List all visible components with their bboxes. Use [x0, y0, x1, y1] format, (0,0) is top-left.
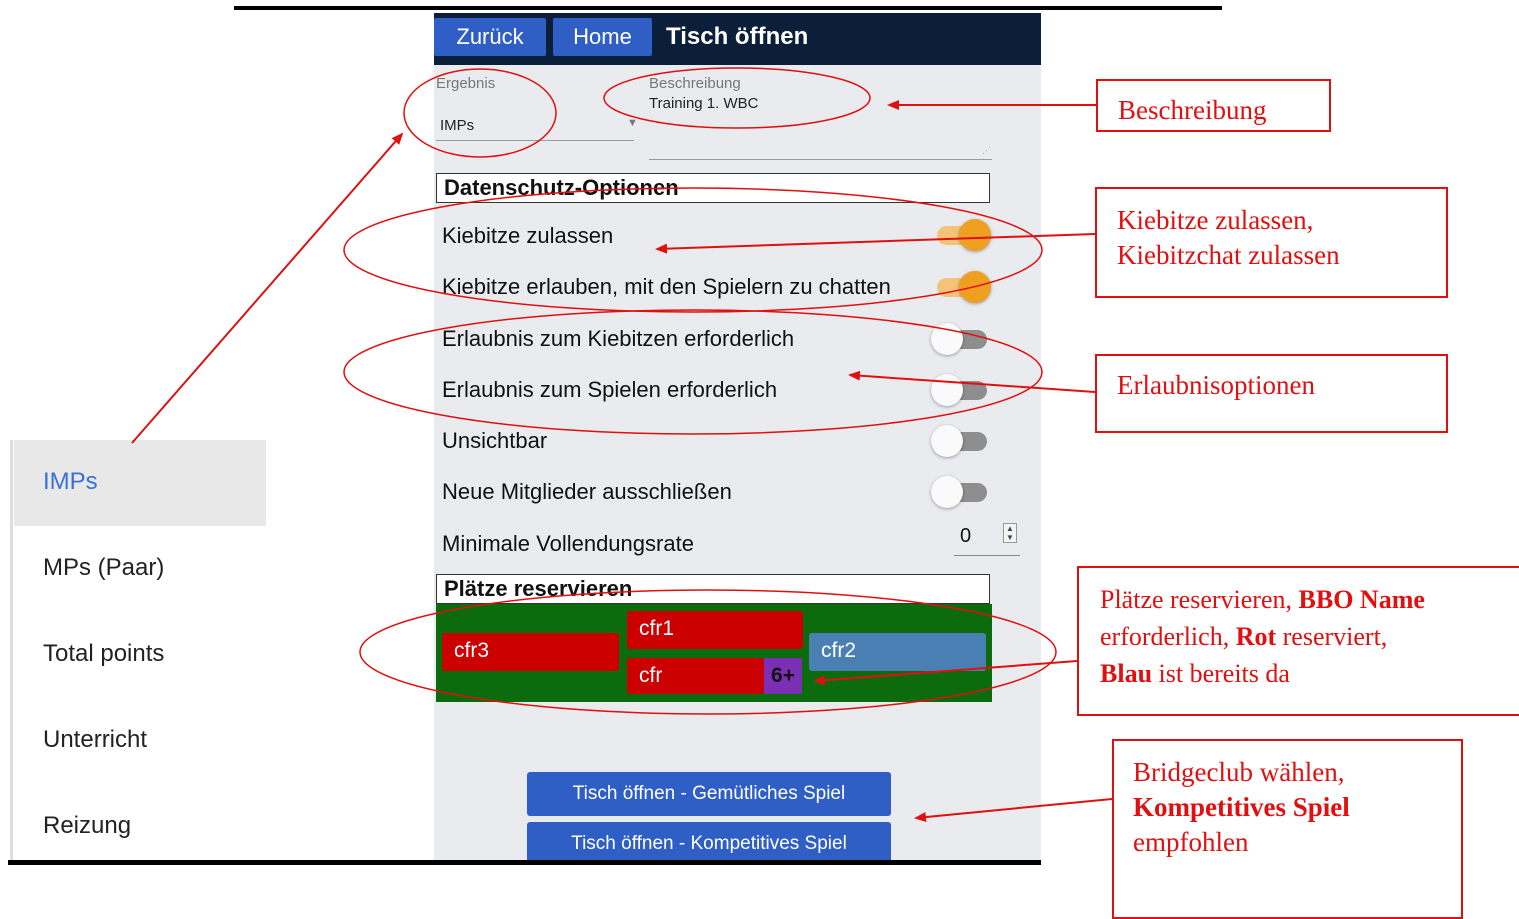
- ellipse-permission: [343, 309, 1043, 435]
- arrow-to-permission: [848, 370, 1096, 393]
- ellipse-result: [403, 68, 557, 158]
- arrow-to-open-buttons: [914, 798, 1113, 823]
- arrow-to-kibitz: [655, 233, 1096, 254]
- ellipse-kibitz: [343, 187, 1043, 313]
- ellipse-seats: [359, 589, 1057, 715]
- ellipse-description: [603, 67, 871, 129]
- arrow-to-result: [131, 132, 404, 444]
- arrow-to-seats: [813, 660, 1078, 686]
- annotation-overlay: [131, 67, 1113, 823]
